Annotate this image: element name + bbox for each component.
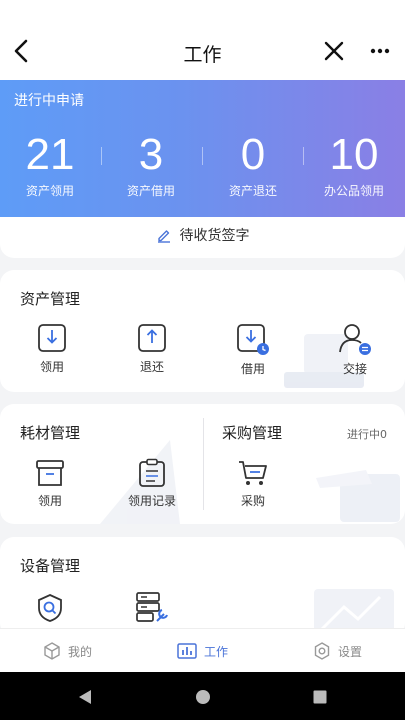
tab-mine[interactable]: 我的 [42,641,92,661]
shopping-cart-icon [239,461,267,485]
nav-home-icon[interactable] [194,688,212,706]
section-title: 资产管理 [20,290,81,308]
summary-card: 进行中申请 21 资产领用 3 资产借用 0 资产退还 10 办公品领用 待收货… [0,80,405,258]
item-label: 交接 [342,362,367,376]
stat-label: 资产退还 [228,184,277,198]
asset-receive-button[interactable]: 领用 [12,322,92,375]
tab-work[interactable]: 工作 [176,641,228,661]
decorative-cart-illustration-icon [316,470,400,522]
upload-box-icon [138,324,166,352]
tab-label: 我的 [68,645,93,659]
summary-banner: 进行中申请 21 资产领用 3 资产借用 0 资产退还 10 办公品领用 [0,80,405,217]
nav-recents-icon[interactable] [311,688,329,706]
asset-management-section: 资产管理 领用 退还 借用 交接 [0,270,405,392]
cube-icon [44,642,60,660]
equipment-maintenance-button[interactable] [112,591,192,623]
stat-value: 10 [329,130,379,179]
consumable-receive-button[interactable]: 领用 [10,458,90,509]
purchase-status-badge: 进行中0 [347,428,387,441]
item-label: 退还 [139,360,164,374]
top-bar: 工作 [0,0,405,80]
stat-asset-return[interactable]: 0 资产退还 [203,130,303,199]
item-label: 领用 [37,494,62,508]
asset-handover-button[interactable]: 交接 [315,322,395,377]
borrow-clock-icon [237,324,269,355]
item-label: 领用记录 [127,494,176,508]
stat-asset-borrow[interactable]: 3 资产借用 [101,130,201,199]
stat-asset-receive[interactable]: 21 资产领用 [0,130,100,199]
item-label: 采购 [240,494,265,508]
user-transfer-icon [339,324,371,355]
nav-back-icon[interactable] [76,688,94,706]
stat-office-supplies[interactable]: 10 办公品领用 [304,130,404,199]
section-title: 耗材管理 [20,424,81,442]
consumable-records-button[interactable]: 领用记录 [112,458,192,509]
search-shield-icon [38,594,62,622]
clipboard-list-icon [139,458,165,487]
stat-label: 办公品领用 [323,184,384,198]
download-box-icon [38,324,66,352]
tab-label: 设置 [338,645,363,659]
equipment-management-section: 设备管理 [0,537,405,637]
item-label: 领用 [39,360,64,374]
equipment-inspect-button[interactable] [10,593,90,623]
summary-heading: 进行中申请 [14,93,84,109]
tab-label: 工作 [204,645,229,659]
gear-icon [314,642,330,660]
stat-value: 3 [138,130,164,179]
stat-label: 资产领用 [25,184,74,198]
stat-label: 资产借用 [126,184,175,198]
stat-value: 0 [240,130,266,179]
pending-signature-link[interactable]: 待收货签字 [0,225,405,245]
archive-box-icon [36,460,64,486]
close-icon[interactable] [322,38,346,64]
section-title: 设备管理 [20,557,81,575]
tab-settings[interactable]: 设置 [312,641,362,661]
server-wrench-icon [136,592,168,622]
edit-pen-icon [157,230,170,243]
asset-borrow-button[interactable]: 借用 [213,322,293,377]
system-navigation-bar [0,672,405,720]
bottom-tab-bar: 我的 工作 设置 [0,628,405,672]
divider [203,418,204,510]
pending-label: 待收货签字 [179,228,250,244]
asset-return-button[interactable]: 退还 [112,322,192,375]
stat-value: 21 [25,130,75,179]
item-label: 借用 [240,362,265,376]
section-title: 采购管理 [222,424,283,442]
bar-chart-icon [177,643,197,659]
purchase-button[interactable]: 采购 [213,458,293,509]
consumables-purchase-section: 耗材管理 采购管理 进行中0 领用 领用记录 采购 [0,404,405,524]
more-icon[interactable] [368,42,392,60]
